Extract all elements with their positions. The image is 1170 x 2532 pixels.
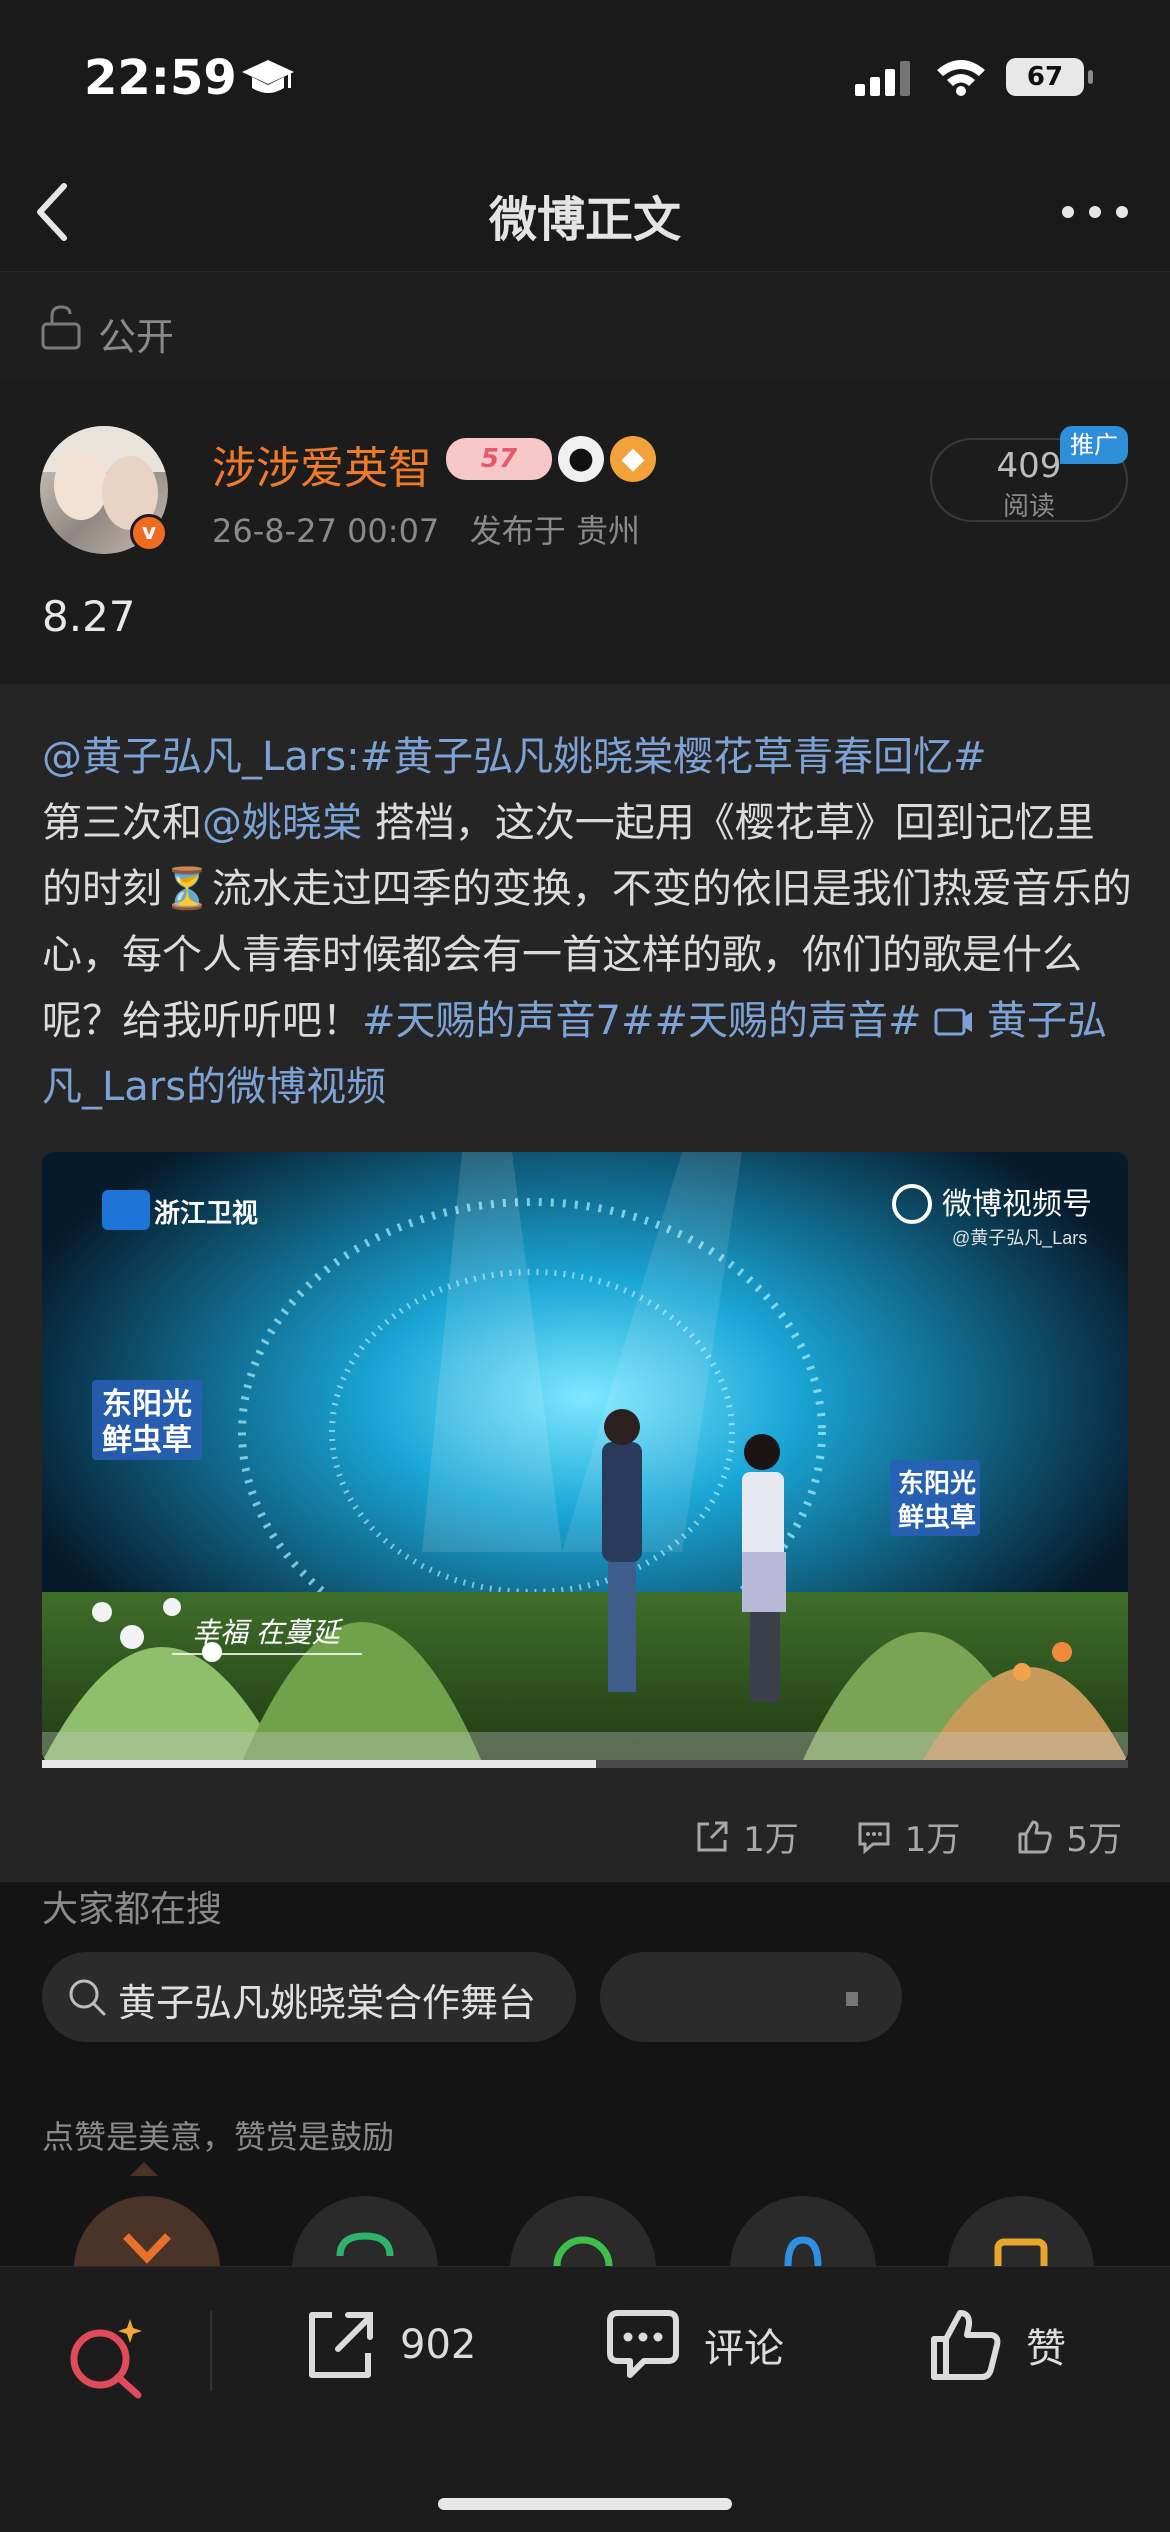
ai-search-icon[interactable] xyxy=(64,2315,148,2399)
svg-text:鲜虫草: 鲜虫草 xyxy=(898,1502,976,1532)
svg-text:东阳光: 东阳光 xyxy=(102,1387,192,1421)
graduation-cap-icon xyxy=(242,60,294,93)
reward-options xyxy=(0,2170,1170,2270)
share-action[interactable]: 1万 xyxy=(693,1812,799,1861)
verified-badge-icon: v xyxy=(130,514,168,552)
video-frame: 浙江卫视 微博视频号 @黄子弘凡_Lars 东阳光 鲜虫草 东阳光 鲜虫草 幸福… xyxy=(42,1152,1128,1764)
topic-link[interactable]: #天赐的声音7##天赐的声音# xyxy=(362,998,922,1044)
page-title: 微博正文 xyxy=(488,192,681,248)
comment-button[interactable]: 评论 xyxy=(604,2307,784,2383)
nav-header: 微博正文 xyxy=(0,150,1170,272)
search-icon xyxy=(69,1979,106,2016)
svg-text:东阳光: 东阳光 xyxy=(898,1468,976,1498)
comment-count: 1万 xyxy=(904,1820,961,1860)
bottom-toolbar: 902 评论 赞 xyxy=(0,2266,1170,2532)
post-location: 发布于 贵州 xyxy=(469,512,640,550)
loading-indicator xyxy=(846,1992,858,2006)
cellular-signal-icon xyxy=(855,61,910,96)
watermark-text: 微博视频号 xyxy=(942,1188,1092,1221)
search-chip-placeholder[interactable] xyxy=(600,1952,902,2042)
visibility-row: 公开 xyxy=(0,272,1170,382)
like-label: 赞 xyxy=(1026,2326,1066,2372)
image-icon xyxy=(994,2238,1048,2270)
repost-button[interactable]: 902 xyxy=(302,2307,476,2383)
reward-option[interactable] xyxy=(730,2196,876,2270)
reward-option[interactable] xyxy=(292,2196,438,2270)
like-action[interactable]: 5万 xyxy=(1016,1812,1122,1861)
video-player[interactable]: 浙江卫视 微博视频号 @黄子弘凡_Lars 东阳光 鲜虫草 东阳光 鲜虫草 幸福… xyxy=(42,1152,1128,1764)
status-time: 22:59 xyxy=(84,50,237,106)
like-thumb-icon xyxy=(931,2310,1001,2380)
post-date: 26-8-27 00:07 xyxy=(212,512,440,550)
comment-action[interactable]: 1万 xyxy=(855,1812,961,1861)
visibility-label: 公开 xyxy=(98,315,175,359)
search-section-title: 大家都在搜 xyxy=(42,1889,223,1930)
sponsor-right: 东阳光 鲜虫草 xyxy=(890,1460,980,1536)
chat-icon xyxy=(336,2232,394,2257)
reward-option[interactable] xyxy=(510,2196,656,2270)
status-bar: 22:59 67 xyxy=(0,0,1170,150)
unlock-icon xyxy=(41,305,81,350)
mention-link[interactable]: @姚晓棠 xyxy=(202,800,362,846)
comment-bubble-icon xyxy=(607,2310,679,2378)
more-options-icon[interactable] xyxy=(1060,202,1130,222)
svg-text:鲜虫草: 鲜虫草 xyxy=(102,1424,192,1457)
toolbar-divider xyxy=(210,2311,212,2391)
post-card: v 涉涉爱英智 57 ● ◆ 26-8-27 00:07 发布于 贵州 409 … xyxy=(0,382,1170,1882)
author-name[interactable]: 涉涉爱英智 xyxy=(212,432,432,496)
like-button[interactable]: 赞 xyxy=(928,2307,1066,2383)
fan-badge: 57 xyxy=(446,438,552,480)
home-indicator xyxy=(438,2498,732,2510)
share-icon xyxy=(697,1821,728,1851)
read-label: 阅读 xyxy=(1002,492,1055,522)
search-chip-label: 黄子弘凡姚晓棠合作舞台 xyxy=(118,1981,537,2025)
wifi-icon xyxy=(937,60,985,96)
hourglass-icon: ⏳ xyxy=(162,866,212,912)
user-badges: 57 ● ◆ xyxy=(446,436,656,482)
share-count: 1万 xyxy=(743,1820,799,1860)
fish-icon: ◆ xyxy=(610,436,656,482)
post-actions: 1万 1万 5万 xyxy=(693,1812,1122,1861)
video-progress-fill xyxy=(42,1760,596,1768)
repost-count: 902 xyxy=(400,2322,477,2368)
reward-tip: 点赞是美意，赞赏是鼓励 xyxy=(42,2118,395,2156)
comment-icon xyxy=(858,1822,890,1854)
battery-nub xyxy=(1088,70,1093,84)
yuan-icon xyxy=(123,2233,171,2264)
reward-option[interactable] xyxy=(74,2196,220,2270)
topic-link[interactable]: #黄子弘凡姚晓棠樱花草青春回忆# xyxy=(360,734,987,780)
post-meta: 26-8-27 00:07 发布于 贵州 xyxy=(212,506,640,552)
promote-badge[interactable]: 推广 xyxy=(1060,426,1128,464)
like-count: 5万 xyxy=(1066,1820,1122,1860)
repost-text: @黄子弘凡_Lars:#黄子弘凡姚晓棠樱花草青春回忆# 第三次和@姚晓棠 搭档，… xyxy=(42,734,1132,1110)
comment-label: 评论 xyxy=(704,2326,784,2372)
search-chip[interactable]: 黄子弘凡姚晓棠合作舞台 xyxy=(42,1952,576,2042)
sponsor-left: 东阳光 鲜虫草 xyxy=(92,1380,202,1460)
video-subtitle: 幸福 在蔓延 xyxy=(192,1617,344,1648)
battery-level: 67 xyxy=(1006,58,1084,96)
thumbs-up-icon xyxy=(1018,1820,1053,1853)
aperture-icon xyxy=(553,2236,613,2270)
panda-icon: ● xyxy=(558,436,604,482)
watermark-sub: @黄子弘凡_Lars xyxy=(952,1228,1087,1249)
repost-icon xyxy=(309,2312,373,2378)
mention-link[interactable]: @黄子弘凡_Lars xyxy=(42,734,346,780)
video-play-icon xyxy=(934,1008,973,1036)
channel-logo-text: 浙江卫视 xyxy=(154,1198,258,1228)
bell-icon xyxy=(784,2236,822,2267)
post-text: 8.27 xyxy=(42,592,136,641)
repost-block[interactable]: @黄子弘凡_Lars:#黄子弘凡姚晓棠樱花草青春回忆# 第三次和@姚晓棠 搭档，… xyxy=(0,684,1170,1882)
reward-option[interactable] xyxy=(948,2196,1094,2270)
video-progress-bar[interactable] xyxy=(42,1760,1128,1768)
